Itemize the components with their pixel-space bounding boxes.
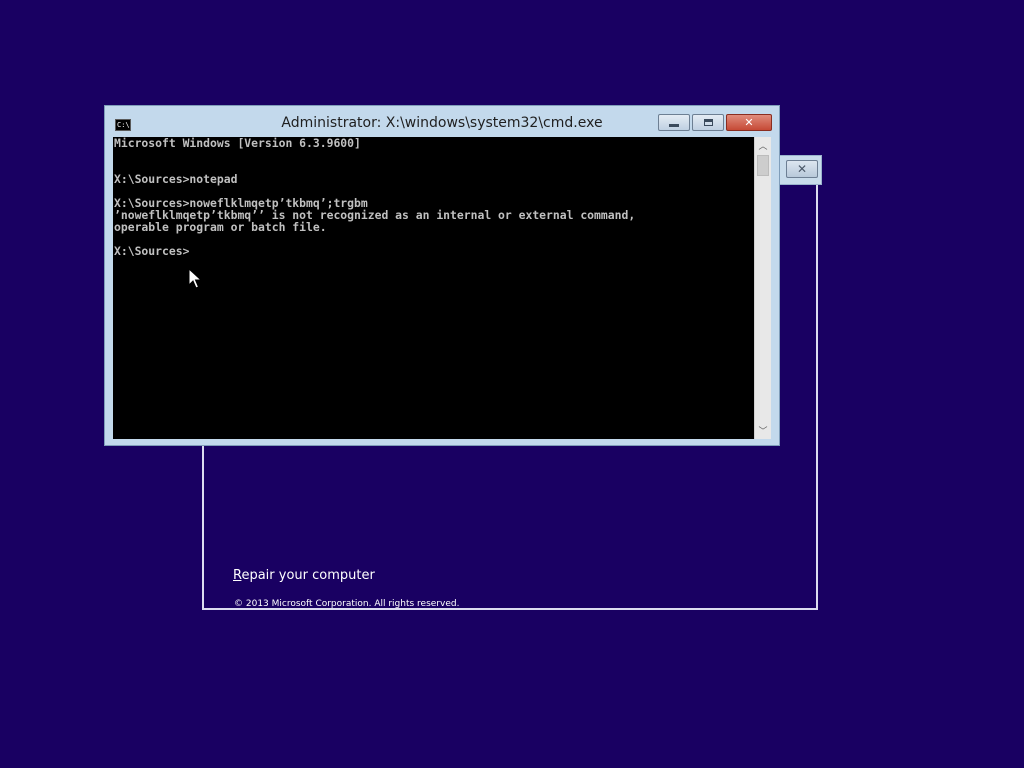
repair-your-computer-link[interactable]: Repair your computer [233, 568, 375, 583]
setup-close-button[interactable]: ✕ [786, 160, 818, 178]
chevron-down-icon: ﹀ [758, 427, 768, 437]
minimize-button[interactable] [658, 114, 690, 131]
console-line: Microsoft Windows [Version 6.3.9600] [114, 137, 361, 150]
scroll-down-button[interactable]: ﹀ [755, 422, 771, 439]
repair-link-label: epair your computer [241, 568, 375, 583]
cmd-client-area: Microsoft Windows [Version 6.3.9600] X:\… [113, 137, 771, 439]
maximize-icon [703, 119, 713, 126]
chevron-up-icon: ︿ [758, 142, 768, 152]
scrollbar-thumb[interactable] [757, 155, 769, 176]
cmd-window[interactable]: C:\ Administrator: X:\windows\system32\c… [104, 105, 780, 446]
cmd-titlebar[interactable]: C:\ Administrator: X:\windows\system32\c… [105, 106, 779, 137]
close-button[interactable]: ✕ [726, 114, 772, 131]
console-prompt-line: X:\Sources> [114, 244, 190, 258]
console-line: X:\Sources>notepad [114, 172, 238, 186]
copyright-text: © 2013 Microsoft Corporation. All rights… [234, 599, 460, 609]
console-line: operable program or batch file. [114, 220, 327, 234]
scroll-up-button[interactable]: ︿ [755, 137, 771, 154]
console-output[interactable]: Microsoft Windows [Version 6.3.9600] X:\… [113, 137, 754, 439]
minimize-icon [669, 124, 679, 127]
desktop: ✕ Repair your computer © 2013 Microsoft … [0, 0, 1024, 768]
maximize-button[interactable] [692, 114, 724, 131]
vertical-scrollbar[interactable]: ︿ ﹀ [754, 137, 771, 439]
close-icon: ✕ [796, 162, 808, 176]
close-icon: ✕ [744, 116, 754, 129]
caption-buttons: ✕ [658, 114, 772, 131]
